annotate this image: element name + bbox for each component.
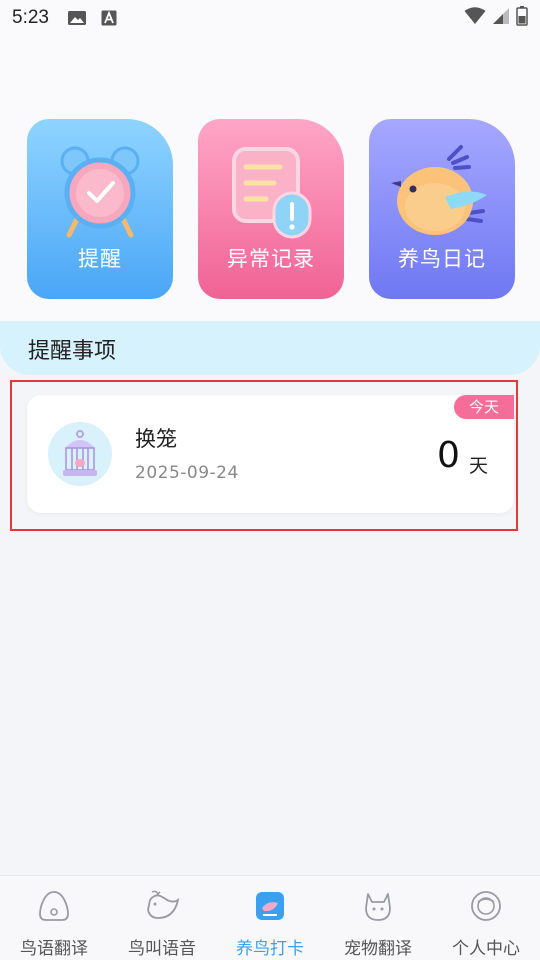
remind-card-label: 提醒 bbox=[78, 247, 122, 271]
nav-profile[interactable]: 个人中心 bbox=[432, 876, 540, 960]
bird-diary-label: 养鸟日记 bbox=[398, 247, 486, 271]
nav-label: 养鸟打卡 bbox=[236, 939, 304, 959]
bird-icon bbox=[369, 137, 515, 247]
nav-bird-translate[interactable]: 鸟语翻译 bbox=[0, 876, 108, 960]
status-bar: 5:23 bbox=[0, 0, 540, 36]
remind-card[interactable]: 提醒 bbox=[27, 119, 173, 299]
egg-icon bbox=[34, 886, 74, 926]
a-icon bbox=[101, 10, 117, 26]
checkin-icon bbox=[250, 886, 290, 926]
alarm-clock-icon bbox=[27, 137, 173, 247]
nav-bird-sound[interactable]: 鸟叫语音 bbox=[108, 876, 216, 960]
nav-pet-translate[interactable]: 宠物翻译 bbox=[324, 876, 432, 960]
battery-icon bbox=[516, 6, 528, 30]
abnormal-record-card[interactable]: 异常记录 bbox=[198, 119, 344, 299]
reminder-date: 2025-09-24 bbox=[135, 463, 239, 483]
profile-icon bbox=[466, 886, 506, 926]
nav-label: 鸟语翻译 bbox=[20, 939, 88, 959]
reminder-item[interactable]: 今天 换笼 2025-09-24 0 天 bbox=[27, 395, 514, 513]
nav-label: 个人中心 bbox=[452, 939, 520, 959]
image-icon bbox=[67, 10, 87, 26]
day-unit: 天 bbox=[469, 455, 489, 477]
bird-diary-card[interactable]: 养鸟日记 bbox=[369, 119, 515, 299]
wifi-icon bbox=[464, 7, 486, 29]
nav-label: 鸟叫语音 bbox=[128, 939, 196, 959]
status-time: 5:23 bbox=[12, 7, 49, 28]
reminder-name: 换笼 bbox=[135, 427, 177, 451]
nav-label: 宠物翻译 bbox=[344, 939, 412, 959]
document-alert-icon bbox=[198, 137, 344, 247]
abnormal-record-label: 异常记录 bbox=[227, 247, 315, 271]
bottom-nav: 鸟语翻译 鸟叫语音 养鸟打卡 宠物翻译 个人中心 bbox=[0, 875, 540, 960]
today-badge: 今天 bbox=[454, 395, 514, 419]
nav-bird-checkin[interactable]: 养鸟打卡 bbox=[216, 876, 324, 960]
section-title: 提醒事项 bbox=[28, 339, 117, 364]
signal-icon bbox=[492, 7, 510, 29]
cat-icon bbox=[358, 886, 398, 926]
bird-cage-icon bbox=[48, 422, 112, 486]
bird-sound-icon bbox=[142, 886, 182, 926]
reminders-section-header: 提醒事项 bbox=[0, 321, 540, 375]
day-count: 0 bbox=[437, 435, 460, 476]
